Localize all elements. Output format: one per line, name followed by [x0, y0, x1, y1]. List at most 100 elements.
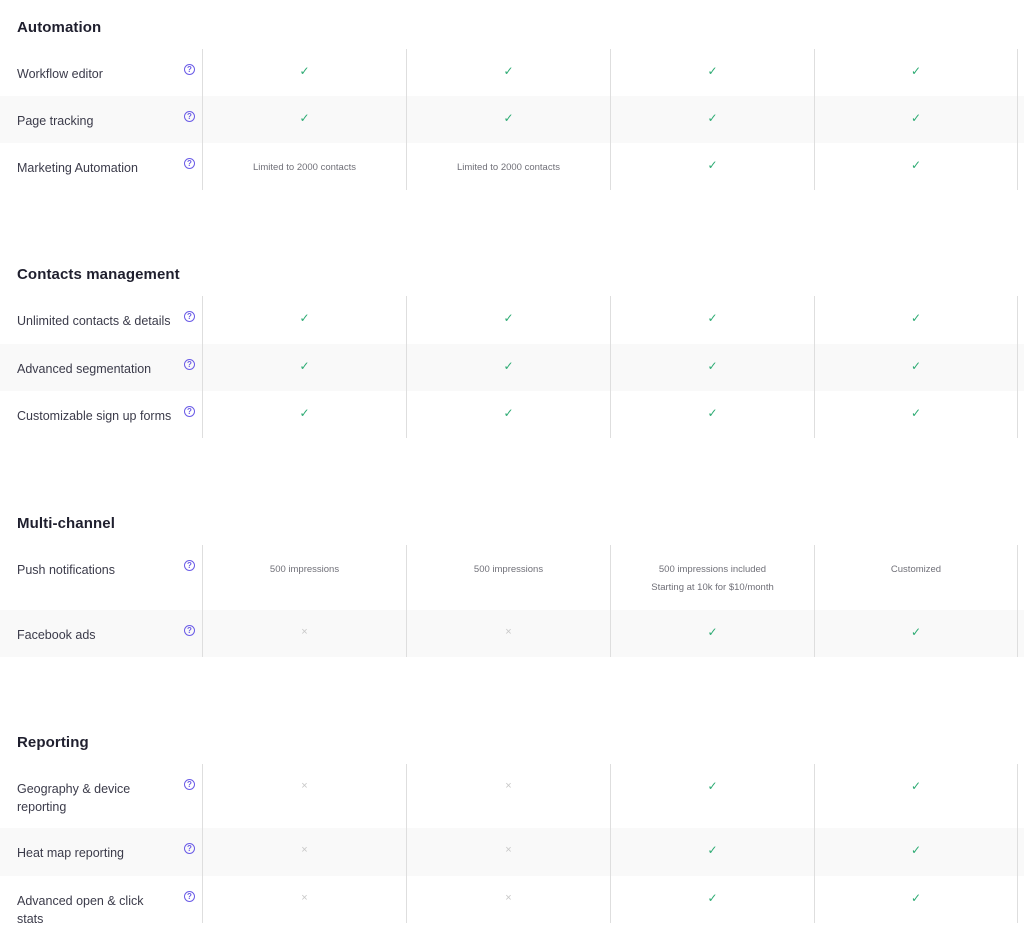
- plan-cell-2: ×: [406, 610, 610, 657]
- plan-cell-3: ✓: [610, 96, 814, 143]
- plan-cell-2: ✓: [406, 296, 610, 344]
- check-icon: ✓: [707, 158, 718, 172]
- cross-icon: ×: [505, 626, 512, 638]
- plan-cell-2: ×: [406, 876, 610, 923]
- not-included-indicator: ×: [505, 892, 511, 904]
- included-indicator: ✓: [911, 844, 921, 856]
- check-icon: ✓: [707, 311, 718, 325]
- included-indicator: ✓: [911, 626, 921, 638]
- included-indicator: ✓: [707, 626, 717, 638]
- not-included-indicator: ×: [505, 844, 511, 856]
- question-circle-icon[interactable]: ?: [184, 64, 195, 75]
- check-icon: ✓: [707, 843, 718, 857]
- included-indicator: ✓: [707, 780, 717, 792]
- plan-cell-3: ✓: [610, 610, 814, 657]
- plan-cell-1: ×: [202, 610, 406, 657]
- table-row: Heat map reporting? × × ✓ ✓: [0, 828, 1024, 876]
- included-indicator: ✓: [707, 360, 717, 372]
- table-row: Marketing Automation? Limited to 2000 con…: [0, 143, 1024, 190]
- plan-cell-1: ×: [202, 764, 406, 828]
- feature-rows: Unlimited contacts & details? ✓ ✓ ✓ ✓ Advance…: [0, 296, 1024, 438]
- feature-label-cell: Unlimited contacts & details?: [0, 296, 202, 344]
- question-circle-icon[interactable]: ?: [184, 311, 195, 322]
- included-indicator: ✓: [299, 407, 309, 419]
- plan-cell-3: ✓: [610, 344, 814, 391]
- plan-cell-2: ✓: [406, 96, 610, 143]
- feature-rows: Geography & device reporting? × × ✓ ✓ Heat ma…: [0, 764, 1024, 926]
- feature-label-cell: Geography & device reporting?: [0, 764, 202, 828]
- included-indicator: ✓: [503, 112, 513, 124]
- row-trailing-space: [1018, 610, 1024, 657]
- included-indicator: ✓: [707, 159, 717, 171]
- feature-label-cell: Customizable sign up forms?: [0, 391, 202, 438]
- row-trailing-space: [1018, 876, 1024, 923]
- included-indicator: ✓: [707, 65, 717, 77]
- feature-label: Workflow editor: [17, 67, 103, 81]
- included-indicator: ✓: [503, 65, 513, 77]
- check-icon: ✓: [299, 111, 310, 125]
- question-circle-icon[interactable]: ?: [184, 406, 195, 417]
- question-circle-icon[interactable]: ?: [184, 843, 195, 854]
- cell-text: 500 impressions: [473, 564, 544, 575]
- row-trailing-space: [1018, 828, 1024, 876]
- row-trailing-space: [1018, 49, 1024, 96]
- check-icon: ✓: [707, 64, 718, 78]
- plan-cell-4: ✓: [814, 344, 1018, 391]
- check-icon: ✓: [707, 359, 718, 373]
- question-circle-icon[interactable]: ?: [184, 560, 195, 571]
- table-row: Unlimited contacts & details? ✓ ✓ ✓ ✓: [0, 296, 1024, 344]
- row-trailing-space: [1018, 391, 1024, 438]
- question-circle-icon[interactable]: ?: [184, 111, 195, 122]
- plan-cell-3: ✓: [610, 143, 814, 190]
- table-row: Advanced open & click stats? × × ✓ ✓: [0, 876, 1024, 926]
- cell-text: 500 impressions: [269, 564, 340, 575]
- included-indicator: ✓: [911, 312, 921, 324]
- included-indicator: ✓: [911, 407, 921, 419]
- plan-cell-4: ✓: [814, 876, 1018, 923]
- table-row: Workflow editor? ✓ ✓ ✓ ✓: [0, 49, 1024, 96]
- included-indicator: ✓: [503, 312, 513, 324]
- included-indicator: ✓: [911, 892, 921, 904]
- not-included-indicator: ×: [505, 780, 511, 792]
- feature-label-cell: Marketing Automation?: [0, 143, 202, 190]
- feature-rows: Workflow editor? ✓ ✓ ✓ ✓ Page tracking? ✓ ✓ ✓ ✓ Ma…: [0, 49, 1024, 190]
- cell-text: Customized: [890, 564, 942, 575]
- check-icon: ✓: [910, 625, 922, 639]
- plan-cell-1: ✓: [202, 296, 406, 344]
- question-circle-icon[interactable]: ?: [184, 158, 195, 169]
- section-title: Multi-channel: [17, 515, 115, 532]
- included-indicator: ✓: [299, 360, 309, 372]
- feature-label-cell: Facebook ads?: [0, 610, 202, 657]
- plan-cell-4: ✓: [814, 391, 1018, 438]
- check-icon: ✓: [910, 111, 922, 125]
- plan-cell-3: 500 impressions included Starting at 10k …: [610, 545, 814, 610]
- plan-cell-3: ✓: [610, 391, 814, 438]
- feature-label: Advanced segmentation: [17, 362, 152, 376]
- included-indicator: ✓: [503, 360, 513, 372]
- cross-icon: ×: [301, 844, 308, 856]
- question-circle-icon[interactable]: ?: [184, 779, 195, 790]
- included-indicator: ✓: [299, 112, 309, 124]
- cross-icon: ×: [301, 892, 308, 904]
- plan-cell-3: ✓: [610, 296, 814, 344]
- plan-cell-4: ✓: [814, 143, 1018, 190]
- check-icon: ✓: [910, 406, 922, 420]
- check-icon: ✓: [503, 111, 514, 125]
- included-indicator: ✓: [707, 892, 717, 904]
- not-included-indicator: ×: [301, 626, 307, 638]
- question-circle-icon[interactable]: ?: [184, 625, 195, 636]
- plan-cell-1: ×: [202, 828, 406, 876]
- check-icon: ✓: [503, 64, 514, 78]
- plan-cell-2: Limited to 2000 contacts: [406, 143, 610, 190]
- check-icon: ✓: [503, 406, 514, 420]
- question-circle-icon[interactable]: ?: [184, 891, 195, 902]
- plan-cell-1: Limited to 2000 contacts: [202, 143, 406, 190]
- plan-cell-3: ✓: [610, 764, 814, 828]
- question-circle-icon[interactable]: ?: [184, 359, 195, 370]
- cell-text: Limited to 2000 contacts: [457, 162, 560, 173]
- feature-label: Heat map reporting: [17, 846, 125, 860]
- check-icon: ✓: [910, 843, 922, 857]
- table-row: Geography & device reporting? × × ✓ ✓: [0, 764, 1024, 828]
- check-icon: ✓: [910, 158, 922, 172]
- cross-icon: ×: [301, 780, 308, 792]
